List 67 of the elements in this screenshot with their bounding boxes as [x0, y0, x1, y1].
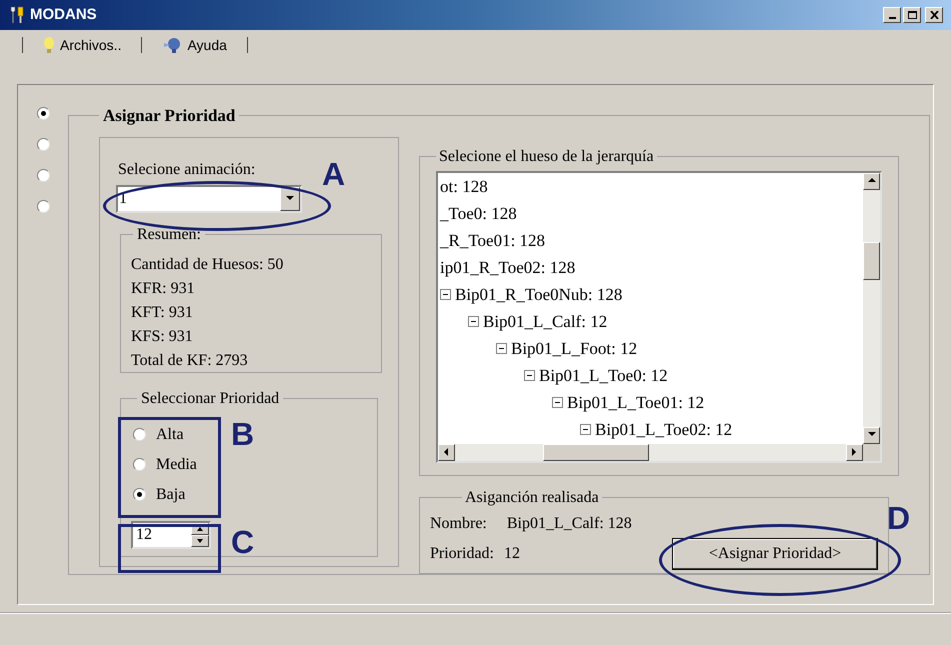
minimize-button[interactable] [883, 7, 901, 23]
tree-title: Selecione el hueso de la jerarquía [438, 146, 655, 166]
annotation-letter: B [231, 418, 254, 450]
collapse-icon[interactable] [440, 288, 451, 300]
up-arrow-icon [197, 526, 203, 530]
tree-item[interactable]: Bip01_L_Toe01: 12 [567, 394, 704, 412]
summary-line: KFS: 931 [131, 326, 194, 346]
menu-item[interactable]: Archivos.. [41, 34, 124, 56]
radio-button[interactable] [133, 428, 146, 441]
menu-item[interactable]: Ayuda [160, 34, 229, 56]
tree-item[interactable]: _Toe0: 128 [440, 204, 517, 222]
annotation-letter: A [322, 158, 346, 190]
collapse-icon[interactable] [552, 397, 563, 408]
field-label: Prioridad: [430, 544, 494, 564]
lightbulb-icon [43, 36, 55, 54]
annotation-letter: C [231, 526, 254, 558]
horizontal-scrollbar[interactable] [438, 444, 863, 460]
radio-label: Baja [156, 484, 186, 504]
tree-item[interactable]: _R_Toe01: 128 [440, 232, 546, 249]
close-button[interactable] [925, 7, 943, 23]
field-label: Selecione animación: [118, 160, 256, 180]
spin-down-button[interactable] [191, 534, 209, 546]
collapse-icon[interactable] [580, 424, 591, 436]
tree-item[interactable]: Bip01_L_Toe0: 12 [539, 367, 668, 384]
radio-button[interactable] [36, 200, 50, 213]
collapse-icon[interactable] [524, 370, 535, 382]
radio-button[interactable] [133, 488, 146, 501]
field-value: Bip01_L_Calf: 128 [506, 514, 632, 534]
close-icon [930, 11, 938, 19]
summary-line: Total de KF: 2793 [131, 350, 249, 370]
scroll-arrow-button[interactable] [863, 426, 880, 444]
tree-item[interactable]: Bip01_R_Toe0Nub: 128 [455, 286, 622, 303]
summary-line: KFR: 931 [131, 278, 196, 298]
summary-line: Cantidad de Huesos: 50 [131, 254, 284, 274]
window-title: MODANS [30, 4, 97, 25]
tree-item[interactable]: ot: 128 [440, 178, 488, 195]
summary-title: Resumen: [136, 224, 202, 244]
field-value: 12 [504, 544, 520, 564]
annotation-letter: D [887, 502, 910, 534]
priority-title: Seleccionar Prioridad [140, 388, 280, 408]
summary-line: KFT: 931 [131, 302, 194, 322]
radio-button[interactable] [36, 138, 50, 151]
radio-label: Alta [156, 424, 184, 444]
tree-item[interactable]: Bip01_L_Foot: 12 [511, 340, 638, 358]
scroll-arrow-button[interactable] [863, 172, 880, 190]
field-label: Nombre: [430, 514, 487, 534]
radio-button[interactable] [36, 169, 50, 182]
down-arrow-icon [197, 538, 203, 542]
scrollbar-corner [863, 444, 880, 460]
group-title: Asignar Prioridad [102, 105, 236, 127]
collapse-icon[interactable] [496, 343, 507, 354]
radio-button[interactable] [133, 458, 146, 471]
result-title: Asiganción realisada [464, 488, 600, 508]
vertical-scrollbar[interactable] [863, 172, 880, 444]
scroll-thumb[interactable] [863, 242, 880, 280]
tree-item[interactable]: Bip01_L_Toe02: 12 [595, 421, 732, 438]
scroll-arrow-button[interactable] [846, 444, 863, 460]
maximize-button[interactable] [903, 7, 921, 23]
radio-button[interactable] [36, 107, 50, 120]
assign-priority-button[interactable]: <Asignar Prioridad> [672, 538, 878, 570]
collapse-icon[interactable] [468, 316, 479, 328]
help-icon [162, 37, 182, 53]
tree-item[interactable]: ip01_R_Toe02: 128 [440, 258, 576, 276]
tree-item[interactable]: Bip01_L_Calf: 12 [483, 313, 608, 330]
scroll-arrow-button[interactable] [438, 444, 455, 460]
scroll-thumb[interactable] [543, 444, 649, 460]
radio-label: Media [156, 454, 197, 474]
